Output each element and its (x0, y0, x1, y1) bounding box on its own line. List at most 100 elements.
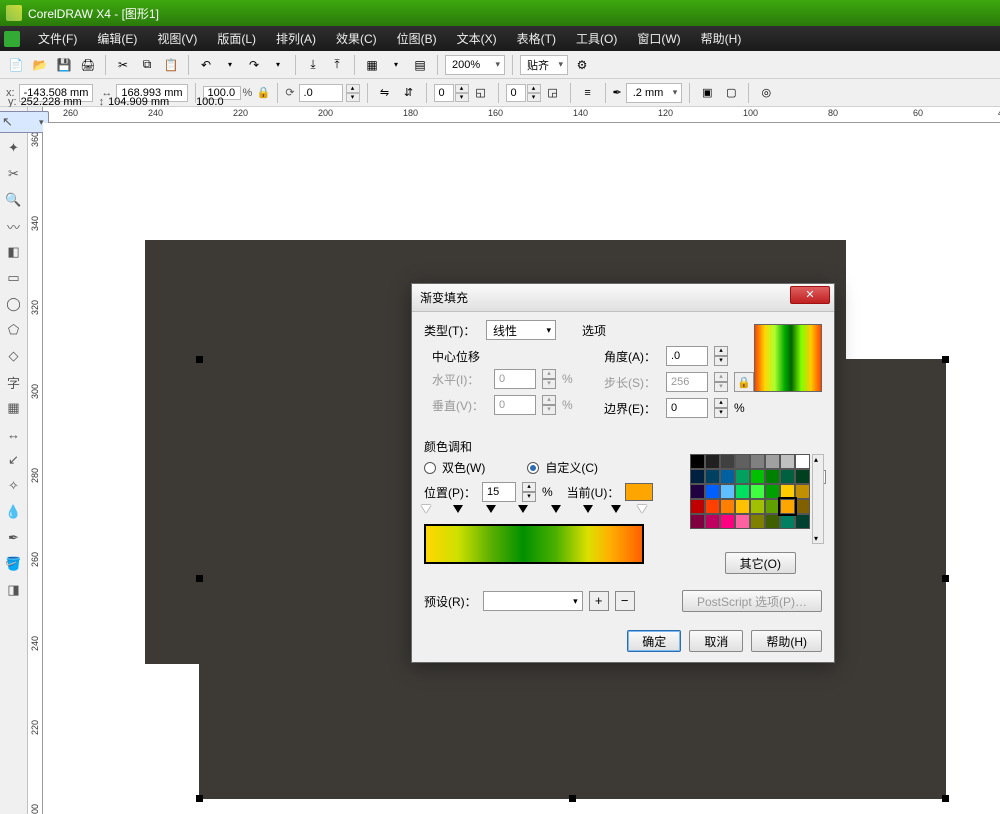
preset-remove-button[interactable]: − (615, 591, 635, 611)
type-select[interactable]: 线性 (486, 320, 556, 340)
menu-bitmap[interactable]: 位图(B) (387, 27, 447, 50)
angle-field[interactable]: .0 (666, 346, 708, 366)
color-swatch[interactable] (705, 484, 720, 499)
shape-tool-icon[interactable]: ✦ (3, 137, 25, 159)
color-swatch[interactable] (780, 469, 795, 484)
open-icon[interactable]: 📂 (30, 55, 50, 75)
color-swatch[interactable] (795, 499, 810, 514)
color-swatch[interactable] (780, 514, 795, 529)
selection-handle[interactable] (569, 795, 576, 802)
toback-icon[interactable]: ▢ (721, 83, 741, 103)
position-field[interactable]: 15 (482, 482, 516, 502)
print-icon[interactable]: 🖨 (78, 55, 98, 75)
color-swatch[interactable] (690, 514, 705, 529)
color-swatch[interactable] (720, 469, 735, 484)
appstart-drop-icon[interactable]: ▾ (386, 55, 406, 75)
fill-tool-icon[interactable]: 🪣 (3, 553, 25, 575)
color-swatch[interactable] (690, 454, 705, 469)
color-swatch[interactable] (735, 469, 750, 484)
corner2-icon[interactable]: ◲ (543, 83, 563, 103)
polygon-tool-icon[interactable]: ⬠ (3, 319, 25, 341)
mirror-v-icon[interactable]: ⇵ (399, 83, 419, 103)
menu-layout[interactable]: 版面(L) (207, 27, 266, 50)
color-swatch[interactable] (795, 454, 810, 469)
lock-ratio-icon[interactable]: 🔒 (256, 86, 270, 100)
menu-tools[interactable]: 工具(O) (566, 27, 627, 50)
welcome-icon[interactable]: ▤ (410, 55, 430, 75)
color-swatch[interactable] (780, 484, 795, 499)
twocolor-radio[interactable] (424, 462, 436, 474)
redo-drop-icon[interactable]: ▾ (268, 55, 288, 75)
color-swatch[interactable] (765, 499, 780, 514)
custom-radio[interactable] (527, 462, 539, 474)
color-swatch[interactable] (690, 469, 705, 484)
dialog-title[interactable]: 渐变填充 (412, 284, 834, 312)
zoom-tool-icon[interactable]: 🔍 (3, 189, 25, 211)
color-swatch[interactable] (720, 514, 735, 529)
color-swatch[interactable] (705, 514, 720, 529)
gradient-stop[interactable] (518, 505, 528, 513)
save-icon[interactable]: 💾 (54, 55, 74, 75)
options-icon[interactable]: ⚙ (572, 55, 592, 75)
gradient-stop[interactable] (583, 505, 593, 513)
color-swatch[interactable] (765, 514, 780, 529)
selection-handle[interactable] (196, 795, 203, 802)
dupy-field[interactable]: 0 (506, 84, 526, 102)
gradient-stop[interactable] (421, 505, 431, 513)
edge-spin[interactable]: ▴▾ (714, 398, 728, 418)
gradient-stop[interactable] (453, 505, 463, 513)
menu-file[interactable]: 文件(F) (28, 27, 87, 50)
selection-handle[interactable] (196, 575, 203, 582)
gradient-stop[interactable] (486, 505, 496, 513)
color-swatch[interactable] (705, 454, 720, 469)
smartfill-tool-icon[interactable]: ◧ (3, 241, 25, 263)
rotate-spin[interactable]: ▴▾ (346, 84, 360, 102)
export-icon[interactable]: ⤒ (327, 55, 347, 75)
other-color-button[interactable]: 其它(O) (725, 552, 796, 574)
color-swatch[interactable] (795, 484, 810, 499)
color-swatch[interactable] (750, 514, 765, 529)
color-swatch[interactable] (735, 514, 750, 529)
dimension-tool-icon[interactable]: ↔ (3, 423, 25, 445)
color-swatch[interactable] (705, 469, 720, 484)
color-swatch[interactable] (690, 484, 705, 499)
tofront-icon[interactable]: ▣ (697, 83, 717, 103)
position-spin[interactable]: ▴▾ (522, 482, 536, 502)
color-swatch[interactable] (720, 454, 735, 469)
connector-tool-icon[interactable]: ↙ (3, 449, 25, 471)
current-color-swatch[interactable] (625, 483, 653, 501)
eyedropper-tool-icon[interactable]: 💧 (3, 501, 25, 523)
copy-icon[interactable]: ⧉ (137, 55, 157, 75)
menu-view[interactable]: 视图(V) (147, 27, 207, 50)
menu-table[interactable]: 表格(T) (507, 27, 566, 50)
basicshapes-tool-icon[interactable]: ◇ (3, 345, 25, 367)
dupx-spin[interactable]: ▴▾ (455, 84, 469, 102)
mirror-h-icon[interactable]: ⇋ (375, 83, 395, 103)
new-icon[interactable]: 📄 (6, 55, 26, 75)
import-icon[interactable]: ⤓ (303, 55, 323, 75)
close-button[interactable]: ✕ (790, 286, 830, 304)
menu-edit[interactable]: 编辑(E) (87, 27, 147, 50)
outline-tool-icon[interactable]: ✒ (3, 527, 25, 549)
step-lock-icon[interactable]: 🔒 (734, 372, 754, 392)
gradient-stop[interactable] (551, 505, 561, 513)
undo-drop-icon[interactable]: ▾ (220, 55, 240, 75)
pick-tool-icon[interactable]: ↖ (0, 111, 49, 133)
crop-tool-icon[interactable]: ✂ (3, 163, 25, 185)
preset-select[interactable] (483, 591, 583, 611)
palette-scrollbar[interactable] (812, 454, 824, 544)
text-tool-icon[interactable]: 字 (3, 371, 25, 393)
paste-icon[interactable]: 📋 (161, 55, 181, 75)
color-swatch[interactable] (795, 469, 810, 484)
cancel-button[interactable]: 取消 (689, 630, 743, 652)
angle-spin[interactable]: ▴▾ (714, 346, 728, 366)
color-swatch[interactable] (780, 499, 795, 514)
dupx-field[interactable]: 0 (434, 84, 454, 102)
convert-icon[interactable]: ◎ (756, 83, 776, 103)
corner-icon[interactable]: ◱ (471, 83, 491, 103)
color-swatch[interactable] (795, 514, 810, 529)
cut-icon[interactable]: ✂ (113, 55, 133, 75)
help-button[interactable]: 帮助(H) (751, 630, 822, 652)
wrap-icon[interactable]: ≡ (578, 83, 598, 103)
selection-handle[interactable] (942, 575, 949, 582)
